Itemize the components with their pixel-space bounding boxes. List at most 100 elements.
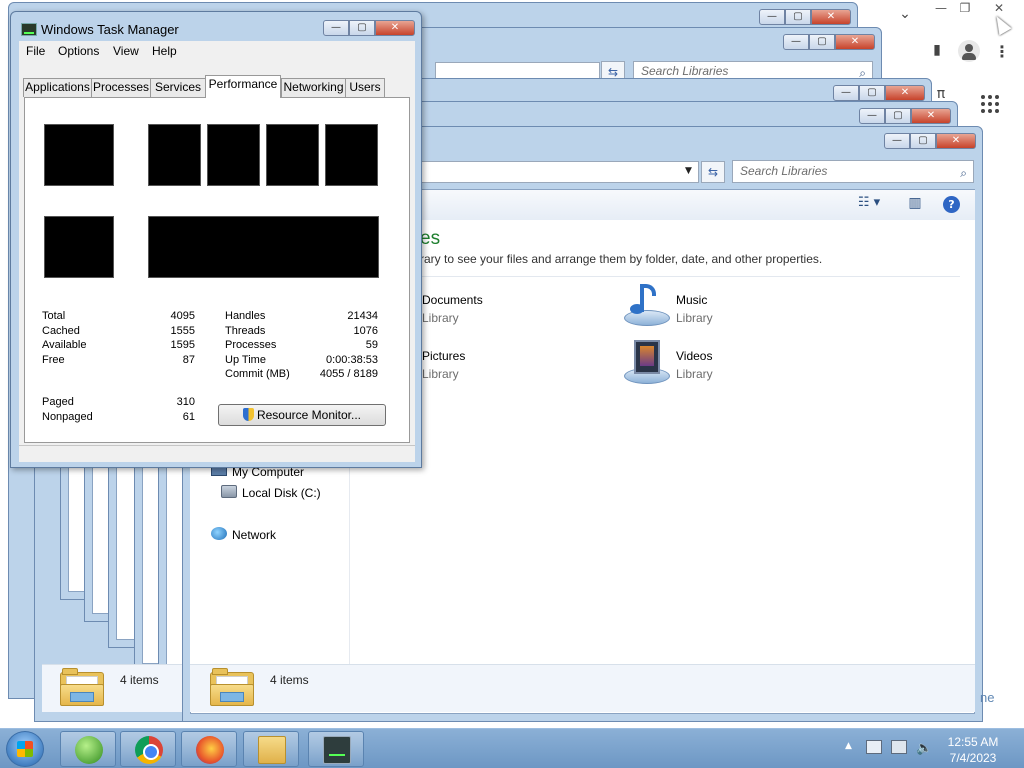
taskbar-task-manager[interactable]	[308, 731, 364, 767]
browser-restore-button[interactable]: ❐	[953, 0, 977, 16]
close-button[interactable]: ✕	[835, 34, 875, 50]
minimize-button[interactable]: —	[884, 133, 910, 149]
uac-shield-icon	[242, 408, 254, 421]
taskbar-windows-explorer[interactable]	[243, 731, 299, 767]
window-controls: — ▢ ✕	[323, 20, 415, 36]
divider	[412, 276, 960, 277]
maximize-button[interactable]: ▢	[785, 9, 811, 25]
library-music[interactable]: Music Library	[676, 293, 713, 325]
close-button[interactable]: ✕	[911, 108, 951, 124]
browser-tab-search-chevron-icon[interactable]: ⌄	[896, 6, 914, 22]
tab-processes[interactable]: Processes	[91, 78, 151, 97]
browser-extension-icon[interactable]: π	[934, 86, 948, 102]
browser-apps-grid-icon[interactable]	[981, 95, 999, 113]
stat-handles-value: 21434	[347, 310, 378, 322]
maximize-button[interactable]: ▢	[859, 85, 885, 101]
library-name: Documents	[422, 293, 483, 307]
stat-paged-label: Paged	[42, 396, 74, 408]
stat-uptime-label: Up Time	[225, 354, 266, 366]
library-videos[interactable]: Videos Library	[676, 349, 713, 381]
minimize-button[interactable]: —	[783, 34, 809, 50]
close-button[interactable]: ✕	[885, 85, 925, 101]
maximize-button[interactable]: ▢	[349, 20, 375, 36]
close-button[interactable]: ✕	[375, 20, 415, 36]
cpu-history-graph-1	[148, 124, 201, 186]
back-window-status-fragment: ne	[980, 690, 995, 705]
show-hidden-icons-arrow[interactable]: ▲	[845, 741, 852, 751]
resource-monitor-button[interactable]: Resource Monitor...	[218, 404, 386, 426]
help-icon[interactable]: ?	[943, 196, 960, 213]
network-tray-icon[interactable]	[891, 740, 907, 754]
volume-icon[interactable]: 🔈	[916, 741, 932, 756]
task-manager-body: Applications Processes Services Performa…	[19, 61, 415, 445]
task-manager-window[interactable]: Windows Task Manager — ▢ ✕ File Options Vi…	[10, 11, 422, 468]
nav-item-network[interactable]: Network	[232, 528, 276, 542]
preview-pane-icon[interactable]: ▥	[905, 195, 925, 211]
explorer-status-bar	[190, 664, 975, 712]
stat-cached-value: 1555	[170, 325, 195, 337]
refresh-button[interactable]: ⇆	[701, 161, 725, 183]
stat-available-value: 1595	[170, 339, 195, 351]
folder-icon	[210, 668, 254, 708]
address-bar[interactable]	[412, 161, 699, 183]
maximize-button[interactable]: ▢	[885, 108, 911, 124]
view-options-icon[interactable]: ☷ ▾	[852, 195, 886, 210]
address-dropdown-icon[interactable]: ▼	[685, 166, 692, 176]
chrome-icon	[135, 736, 163, 764]
tab-performance[interactable]: Performance	[205, 75, 281, 98]
memory-history-graph	[148, 216, 379, 278]
library-documents[interactable]: Documents Library	[422, 293, 483, 325]
browser-minimize-button[interactable]: —	[929, 0, 953, 16]
stat-threads-value: 1076	[353, 325, 378, 337]
cpu-history-graph-4	[325, 124, 378, 186]
taskbar-firefox[interactable]	[181, 731, 237, 767]
clock-time: 12:55 AM	[947, 735, 999, 749]
minimize-button[interactable]: —	[859, 108, 885, 124]
start-button[interactable]	[6, 731, 44, 767]
taskbar-google-chrome[interactable]	[120, 731, 176, 767]
menu-help[interactable]: Help	[152, 44, 177, 58]
tab-services[interactable]: Services	[150, 78, 206, 97]
browser-sidebar-icon[interactable]: ▮	[928, 42, 946, 58]
window-controls: — ▢ ✕	[884, 133, 976, 149]
stat-processes-label: Processes	[225, 339, 277, 351]
close-button[interactable]: ✕	[811, 9, 851, 25]
search-icon: ⌕	[960, 166, 967, 180]
cpu-usage-graph	[44, 124, 114, 186]
browser-menu-icon[interactable]: ⋮	[994, 42, 1010, 61]
stat-paged-value: 310	[176, 396, 195, 408]
menu-bar: File Options View Help	[19, 41, 415, 61]
search-input[interactable]: Search Libraries ⌕	[732, 160, 974, 183]
library-name: Videos	[676, 349, 713, 363]
close-button[interactable]: ✕	[936, 133, 976, 149]
library-pictures[interactable]: Pictures Library	[422, 349, 465, 381]
task-manager-icon	[323, 736, 351, 764]
browser-profile-avatar[interactable]	[958, 40, 980, 62]
menu-view[interactable]: View	[113, 44, 139, 58]
stat-free-label: Free	[42, 354, 65, 366]
stat-nonpaged-value: 61	[182, 411, 195, 423]
stat-commit-label: Commit (MB)	[225, 368, 290, 380]
minimize-button[interactable]: —	[323, 20, 349, 36]
taskbar-windows-media-player[interactable]	[60, 731, 116, 767]
window-controls: — ▢ ✕	[859, 108, 951, 124]
menu-options[interactable]: Options	[58, 44, 99, 58]
stat-threads-label: Threads	[225, 325, 266, 337]
performance-panel: Total 4095 Cached 1555 Available 1595 Fr…	[24, 97, 410, 443]
action-center-icon[interactable]	[866, 740, 882, 754]
nav-item-local-disk[interactable]: Local Disk (C:)	[242, 486, 321, 500]
minimize-button[interactable]: —	[833, 85, 859, 101]
tab-networking[interactable]: Networking	[281, 78, 346, 97]
maximize-button[interactable]: ▢	[809, 34, 835, 50]
minimize-button[interactable]: —	[759, 9, 785, 25]
tab-users[interactable]: Users	[345, 78, 385, 97]
menu-file[interactable]: File	[26, 44, 45, 58]
library-type: Library	[676, 311, 713, 325]
videos-icon	[624, 340, 670, 386]
library-name: Music	[676, 293, 708, 307]
maximize-button[interactable]: ▢	[910, 133, 936, 149]
folder-icon	[258, 736, 286, 764]
system-clock[interactable]: 12:55 AM 7/4/2023	[940, 734, 1006, 766]
library-type: Library	[422, 367, 459, 381]
tab-applications[interactable]: Applications	[23, 78, 92, 97]
